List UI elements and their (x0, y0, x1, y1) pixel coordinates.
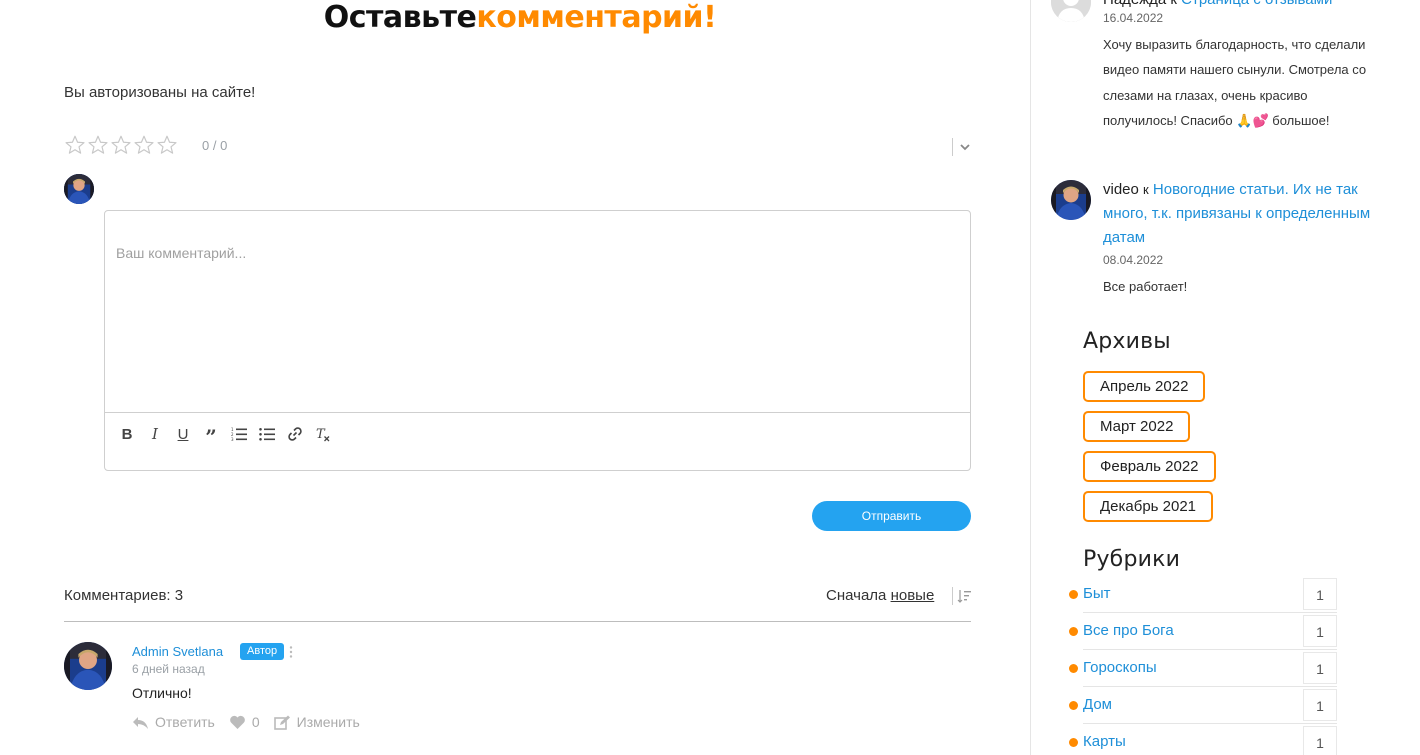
quote-icon[interactable]: ” (201, 424, 221, 449)
edit-button[interactable]: Изменить (273, 714, 360, 730)
sidebar: Надежда к Страница с отзывами 16.04.2022… (1030, 0, 1420, 755)
comment-editor: B I U ” 123 T (104, 210, 971, 471)
sort-divider (952, 587, 953, 605)
star-icon[interactable] (156, 134, 178, 156)
italic-icon[interactable]: I (145, 424, 165, 444)
category-item[interactable]: Все про Бога 1 (1065, 613, 1337, 650)
auth-note: Вы авторизованы на сайте! (64, 84, 256, 101)
rating-divider (952, 138, 953, 156)
star-icon[interactable] (133, 134, 155, 156)
recent-date: 08.04.2022 (1103, 253, 1164, 267)
category-link[interactable]: Гороскопы (1083, 659, 1157, 676)
category-link[interactable]: Все про Бога (1083, 622, 1174, 639)
comments-divider (64, 621, 971, 622)
recent-author: Надежда (1103, 0, 1166, 8)
recent-post-link[interactable]: Страница с отзывами (1181, 0, 1332, 8)
reply-button[interactable]: Ответить (132, 714, 215, 730)
reply-label: Ответить (155, 714, 215, 730)
avatar (64, 642, 112, 690)
rating-widget: 0 / 0 (64, 134, 227, 156)
bullet-icon (1069, 664, 1078, 673)
like-button[interactable]: 0 (229, 714, 260, 730)
heart-icon (229, 715, 245, 729)
recent-author: video (1103, 181, 1139, 198)
recent-date: 16.04.2022 (1103, 11, 1164, 25)
avatar (1051, 180, 1091, 220)
rating-value: 0 / 0 (202, 137, 228, 153)
bullet-icon (1069, 738, 1078, 747)
main-content: Оставьтекомментарий! Вы авторизованы на … (0, 0, 1030, 755)
star-icon[interactable] (87, 134, 109, 156)
star-icon[interactable] (110, 134, 132, 156)
avatar (1051, 0, 1091, 22)
archive-item[interactable]: Апрель 2022 (1083, 371, 1206, 402)
underline-icon[interactable]: U (173, 424, 193, 444)
form-title: Оставьтекомментарий! (0, 0, 1040, 36)
comment-date: 6 дней назад (132, 662, 205, 676)
comment-author-link[interactable]: Admin Svetlana (132, 644, 223, 659)
recent-text: Хочу выразить благодарность, что сделали… (1103, 37, 1367, 128)
chevron-down-icon[interactable] (958, 140, 972, 154)
sort-control: Сначала новые (826, 587, 934, 604)
svg-text:3: 3 (231, 437, 234, 441)
category-count: 1 (1303, 726, 1337, 755)
comment-text: Отлично! (132, 685, 192, 701)
archive-item[interactable]: Март 2022 (1083, 411, 1191, 442)
bullet-icon (1069, 590, 1078, 599)
comment-actions: Ответить 0 Изменить (132, 714, 374, 730)
archive-item[interactable]: Декабрь 2021 (1083, 491, 1214, 522)
submit-button[interactable]: Отправить (812, 501, 971, 531)
svg-text:T: T (316, 427, 326, 442)
title-part-2: комментарий! (476, 0, 717, 35)
category-link[interactable]: Карты (1083, 733, 1126, 750)
like-count: 0 (251, 714, 260, 730)
category-count: 1 (1303, 578, 1337, 610)
edit-icon (273, 715, 290, 730)
category-link[interactable]: Дом (1083, 696, 1112, 713)
bullet-icon (1069, 701, 1078, 710)
categories-title: Рубрики (1083, 547, 1181, 572)
sort-prefix: Сначала (826, 587, 887, 604)
more-options-icon[interactable] (289, 645, 293, 659)
recent-to: к (1143, 182, 1149, 197)
category-count: 1 (1303, 615, 1337, 647)
recent-text: Все работает! (1103, 279, 1188, 294)
sort-icon[interactable] (957, 589, 971, 603)
archives-title: Архивы (1083, 329, 1171, 354)
category-item[interactable]: Быт 1 (1065, 576, 1337, 613)
category-item[interactable]: Карты 1 (1065, 724, 1337, 755)
recent-comment-head: video к Новогодние статьи. Их не так мно… (1103, 178, 1373, 250)
bullet-icon (1069, 627, 1078, 636)
edit-label: Изменить (296, 714, 360, 730)
link-icon[interactable] (285, 424, 305, 444)
category-count: 1 (1303, 689, 1337, 721)
recent-to: к (1170, 0, 1177, 8)
category-link[interactable]: Быт (1083, 585, 1111, 602)
sort-option-link[interactable]: новые (891, 587, 935, 604)
category-count: 1 (1303, 652, 1337, 684)
avatar (64, 174, 94, 204)
author-badge: Автор (240, 643, 285, 660)
ordered-list-icon[interactable]: 123 (229, 424, 249, 444)
bullet-list-icon[interactable] (257, 424, 277, 444)
rating-stars (64, 134, 178, 156)
reply-icon (133, 716, 148, 729)
comment-input[interactable] (105, 211, 970, 412)
clear-format-icon[interactable]: T (313, 424, 333, 444)
title-part-1: Оставьте (323, 0, 477, 35)
bold-icon[interactable]: B (117, 424, 137, 444)
archive-item[interactable]: Февраль 2022 (1083, 451, 1216, 482)
comments-count: Комментариев: 3 (64, 587, 184, 604)
editor-toolbar: B I U ” 123 T (105, 412, 970, 470)
category-item[interactable]: Гороскопы 1 (1065, 650, 1337, 687)
category-item[interactable]: Дом 1 (1065, 687, 1337, 724)
star-icon[interactable] (64, 134, 86, 156)
